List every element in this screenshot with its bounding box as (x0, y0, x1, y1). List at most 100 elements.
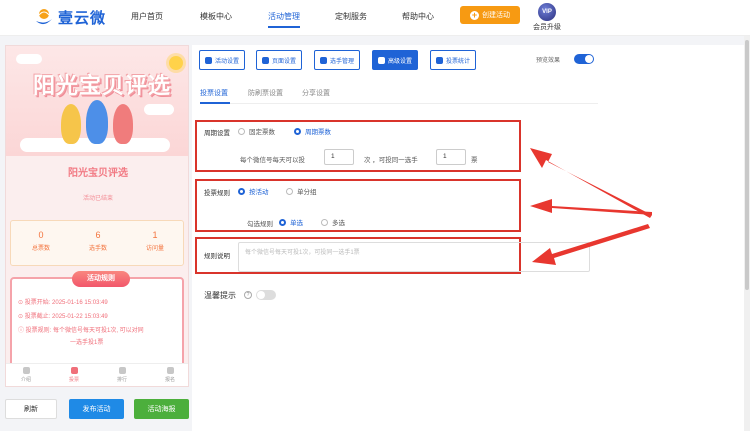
activity-title: 阳光宝贝评选 (68, 168, 128, 179)
rule-vote-cont: 一选手投1票 (70, 340, 104, 346)
nav-user-home[interactable]: 用户首页 (131, 11, 163, 22)
tab-label: 投票 (68, 377, 79, 383)
tips-label: 温馨提示 (204, 291, 236, 300)
cloud-icon (16, 54, 42, 64)
rule-vote: ⓘ 投票规则: 每个微信号每天可投1次, 可以对同 (18, 325, 144, 334)
vote-rules-label: 投票规则 (204, 190, 230, 197)
radio-dot (238, 127, 245, 135)
toolbar-advanced-settings[interactable]: 高级设置 (372, 50, 419, 70)
toolbar-label: 页面设置 (272, 58, 297, 65)
toolbar-activity-settings[interactable]: 活动设置 (199, 50, 246, 70)
votes-same-contestant-input[interactable]: 1 (436, 149, 466, 165)
toolbar-contestant-management[interactable]: 选手管理 (314, 50, 361, 70)
toolbar-vote-statistics[interactable]: 投票统计 (430, 50, 477, 70)
radio-dot (279, 218, 286, 226)
subtab-vote-settings[interactable]: 投票设置 (200, 88, 228, 98)
publish-activity-button[interactable]: 发布活动 (69, 399, 124, 419)
radio-by-activity[interactable]: 按活动 (238, 186, 269, 196)
create-activity-label: 创建活动 (482, 12, 510, 19)
rule-start: ⊙ 投票开始: 2025-01-16 15:03:49 (18, 297, 108, 306)
logo-icon (33, 6, 55, 28)
subtab-share-settings[interactable]: 分享设置 (302, 88, 330, 98)
radio-label: 周期票数 (305, 129, 331, 136)
stat-label: 选手数 (88, 246, 107, 252)
radio-fixed-votes[interactable]: 固定票数 (238, 126, 275, 136)
stat-visits: 1 访问量 (127, 230, 183, 252)
logo[interactable]: 壹云微 (33, 6, 106, 28)
radio-by-group[interactable]: 单分组 (286, 186, 317, 196)
banner-title: 阳光宝贝评选 (33, 73, 172, 98)
radio-label: 单分组 (297, 189, 317, 196)
mobile-preview: 阳光宝贝评选 阳光宝贝评选 活动已结束 0 总票数 6 选手数 1 访问量 活动… (5, 45, 189, 387)
stat-total-votes: 0 总票数 (13, 230, 69, 252)
select-rules-label: 勾选规则 (247, 221, 273, 228)
radio-multi-select[interactable]: 多选 (321, 217, 345, 227)
signup-icon (166, 367, 174, 374)
tab-label: 报名 (164, 377, 175, 383)
vip-upgrade-label: 会员升级 (533, 24, 561, 31)
preview-banner: 阳光宝贝评选 (6, 46, 188, 156)
tips-toggle[interactable] (256, 290, 276, 300)
nav-help-center[interactable]: 帮助中心 (402, 11, 434, 22)
cycle-text-2: 次 ，可投同一选手 (364, 157, 418, 164)
vote-icon (70, 367, 78, 374)
radio-label: 单选 (290, 220, 303, 227)
tab-signup[interactable]: 报名 (156, 367, 184, 383)
rule-description-textarea[interactable]: 每个微信号每天可投1次，可投同一选手1票 (238, 242, 590, 272)
vip-upgrade[interactable]: VIP 会员升级 (533, 3, 561, 32)
tab-label: 排行 (116, 377, 127, 383)
rule-text: 投票规则: 每个微信号每天可投1次, 可以对同 (25, 328, 144, 334)
rules-title: 活动规则 (72, 271, 130, 287)
tab-intro[interactable]: 介绍 (12, 367, 40, 383)
top-bar: 壹云微 用户首页 模板中心 活动管理 定制服务 帮助中心 + 创建活动 VIP … (0, 0, 750, 36)
child-illustration-icon (86, 100, 108, 144)
create-activity-button[interactable]: + 创建活动 (460, 6, 520, 24)
gear-icon (205, 56, 212, 64)
info-icon: ⓘ (18, 328, 26, 334)
refresh-button[interactable]: 刷新 (5, 399, 57, 419)
subtab-underline (200, 102, 230, 104)
tab-vote[interactable]: 投票 (60, 367, 88, 383)
nav-activity-management[interactable]: 活动管理 (268, 11, 300, 28)
radio-dot (238, 187, 245, 195)
gear-icon (262, 56, 269, 64)
cycle-text-3: 票 (471, 157, 478, 164)
stat-value: 1 (152, 230, 158, 240)
plus-icon: + (470, 9, 479, 20)
nav-custom-service[interactable]: 定制服务 (335, 11, 367, 22)
sliders-icon (378, 56, 385, 64)
stat-label: 总票数 (31, 246, 50, 252)
tab-label: 介绍 (20, 377, 31, 383)
clock-icon: ⊙ (18, 314, 25, 320)
heart-icon (22, 367, 30, 374)
radio-label: 固定票数 (249, 129, 275, 136)
subtab-anti-fraud[interactable]: 防刷票设置 (248, 88, 283, 98)
preview-effect-toggle[interactable] (574, 54, 594, 64)
clock-icon: ⊙ (18, 300, 25, 306)
stats-card: 0 总票数 6 选手数 1 访问量 (10, 220, 184, 266)
radio-cycle-votes[interactable]: 周期票数 (294, 126, 331, 136)
sun-icon (169, 56, 183, 70)
tab-ranking[interactable]: 排行 (108, 367, 136, 383)
stat-label: 访问量 (145, 246, 164, 252)
radio-label: 多选 (332, 220, 345, 227)
votes-per-day-input[interactable]: 1 (324, 149, 354, 165)
scrollbar-thumb[interactable] (745, 40, 749, 290)
rule-text: 投票开始: 2025-01-16 15:03:49 (24, 300, 108, 306)
radio-single-select[interactable]: 单选 (279, 217, 303, 227)
preview-effect-label: 预览效果 (536, 58, 561, 64)
activity-status: 活动已结束 (82, 196, 113, 202)
toolbar-label: 活动设置 (215, 58, 240, 65)
rule-text: 投票截止: 2025-01-22 15:03:49 (24, 314, 108, 320)
cloud-icon (144, 104, 174, 115)
help-icon[interactable]: ? (244, 291, 252, 299)
radio-dot (294, 127, 301, 135)
stat-contestants: 6 选手数 (70, 230, 126, 252)
toolbar-page-settings[interactable]: 页面设置 (256, 50, 303, 70)
subtab-divider (200, 103, 598, 104)
brand-name: 壹云微 (58, 9, 107, 27)
activity-poster-button[interactable]: 活动海报 (134, 399, 189, 419)
ranking-icon (118, 367, 126, 374)
child-illustration-icon (61, 104, 81, 144)
nav-template-center[interactable]: 模板中心 (200, 11, 232, 22)
